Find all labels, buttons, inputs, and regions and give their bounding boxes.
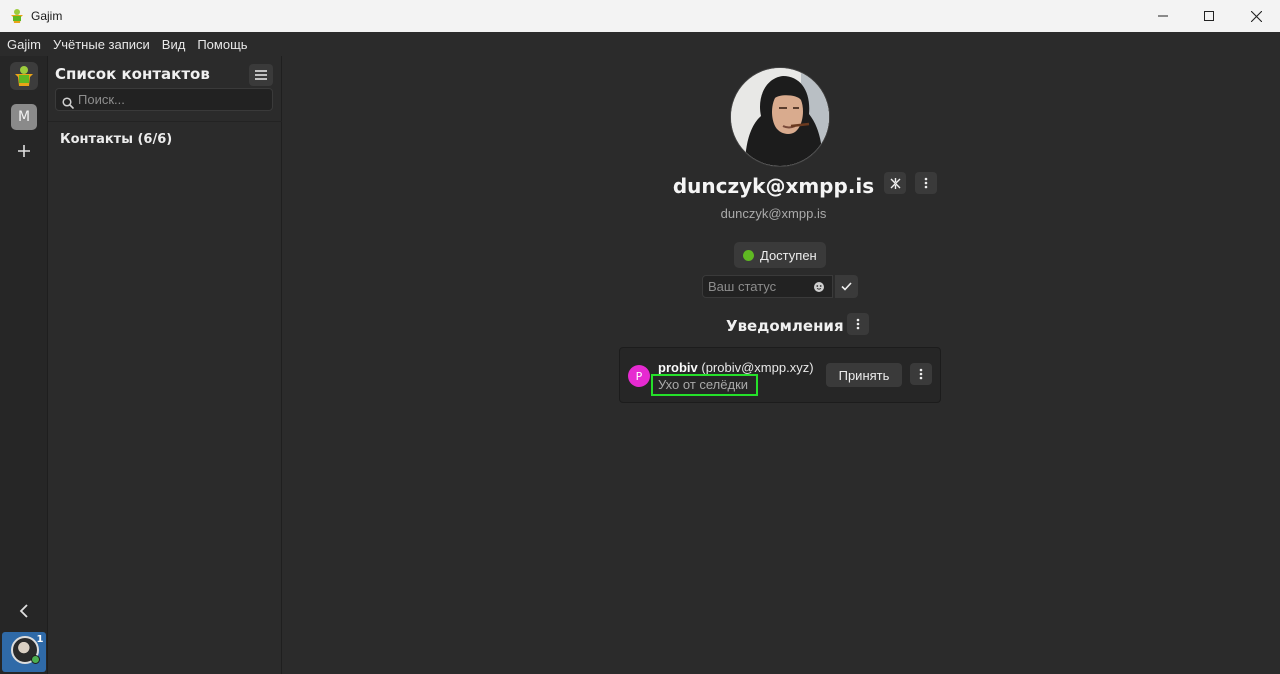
account-status-dot xyxy=(31,655,40,664)
chats-home-button[interactable] xyxy=(10,62,38,90)
contact-list-panel: Список контактов Контакты (6/6) xyxy=(48,56,282,674)
account-jid-subtitle: dunczyk@xmpp.is xyxy=(720,206,827,221)
presence-status-button[interactable]: Доступен xyxy=(734,242,826,268)
more-vertical-icon xyxy=(856,318,860,330)
status-message-input[interactable] xyxy=(708,279,814,294)
add-workspace-button[interactable] xyxy=(11,138,37,164)
notifications-title: Уведомления xyxy=(726,317,844,335)
minimize-button[interactable] xyxy=(1140,0,1186,32)
request-message: Ухо от селёдки xyxy=(651,374,758,396)
window-title: Gajim xyxy=(31,9,63,23)
minimize-icon xyxy=(1158,15,1168,17)
more-vertical-icon xyxy=(919,368,923,380)
menu-view[interactable]: Вид xyxy=(157,37,191,52)
contact-name: probiv xyxy=(658,360,698,375)
chevron-left-icon xyxy=(19,604,28,618)
contact-search xyxy=(55,88,273,111)
close-button[interactable] xyxy=(1232,0,1280,32)
contact-list-menu-button[interactable] xyxy=(249,64,273,86)
search-icon xyxy=(62,94,75,109)
account-more-button[interactable] xyxy=(915,172,937,194)
contact-address: (probiv@xmpp.xyz) xyxy=(701,360,814,375)
checkmark-icon xyxy=(841,282,852,291)
collapse-sidebar-button[interactable] xyxy=(14,600,34,622)
gajim-home-icon xyxy=(15,66,33,86)
account-page: dunczyk@xmpp.is dunczyk@xmpp.is Доступен… xyxy=(283,56,1280,674)
menu-accounts[interactable]: Учётные записи xyxy=(48,37,155,52)
settings-sliders-icon xyxy=(890,177,900,189)
hamburger-menu-icon xyxy=(255,70,267,80)
account-settings-button[interactable] xyxy=(884,172,906,194)
title-bar: Gajim xyxy=(0,0,1280,32)
status-message-field xyxy=(702,275,833,298)
emoji-icon[interactable] xyxy=(814,281,824,292)
workspace-sidebar: M 1 xyxy=(0,56,48,674)
plus-icon xyxy=(18,145,30,157)
maximize-icon xyxy=(1204,11,1214,21)
unread-badge: 1 xyxy=(36,634,44,645)
contact-avatar: P xyxy=(628,365,650,387)
account-button[interactable]: 1 xyxy=(2,632,46,672)
menu-bar: Gajim Учётные записи Вид Помощь xyxy=(0,32,1280,56)
search-input[interactable] xyxy=(78,92,268,107)
maximize-button[interactable] xyxy=(1186,0,1232,32)
close-icon xyxy=(1250,10,1262,22)
gajim-logo-icon xyxy=(9,8,25,24)
more-vertical-icon xyxy=(924,177,928,189)
divider xyxy=(48,121,282,122)
accept-button[interactable]: Принять xyxy=(826,363,902,387)
menu-gajim[interactable]: Gajim xyxy=(2,37,46,52)
profile-avatar[interactable] xyxy=(730,67,830,167)
online-status-icon xyxy=(743,249,754,261)
menu-help[interactable]: Помощь xyxy=(192,37,252,52)
avatar-photo xyxy=(731,68,829,166)
apply-status-button[interactable] xyxy=(835,275,858,298)
presence-status-label: Доступен xyxy=(760,247,817,263)
subscription-request-card: P probiv (probiv@xmpp.xyz) Ухо от селёдк… xyxy=(619,347,941,403)
account-jid-title: dunczyk@xmpp.is xyxy=(672,174,875,198)
workspace-button-m[interactable]: M xyxy=(11,104,37,130)
contacts-group-header[interactable]: Контакты (6/6) xyxy=(60,132,172,147)
contact-list-title: Список контактов xyxy=(55,65,210,83)
request-more-button[interactable] xyxy=(910,363,932,385)
notifications-more-button[interactable] xyxy=(847,313,869,335)
